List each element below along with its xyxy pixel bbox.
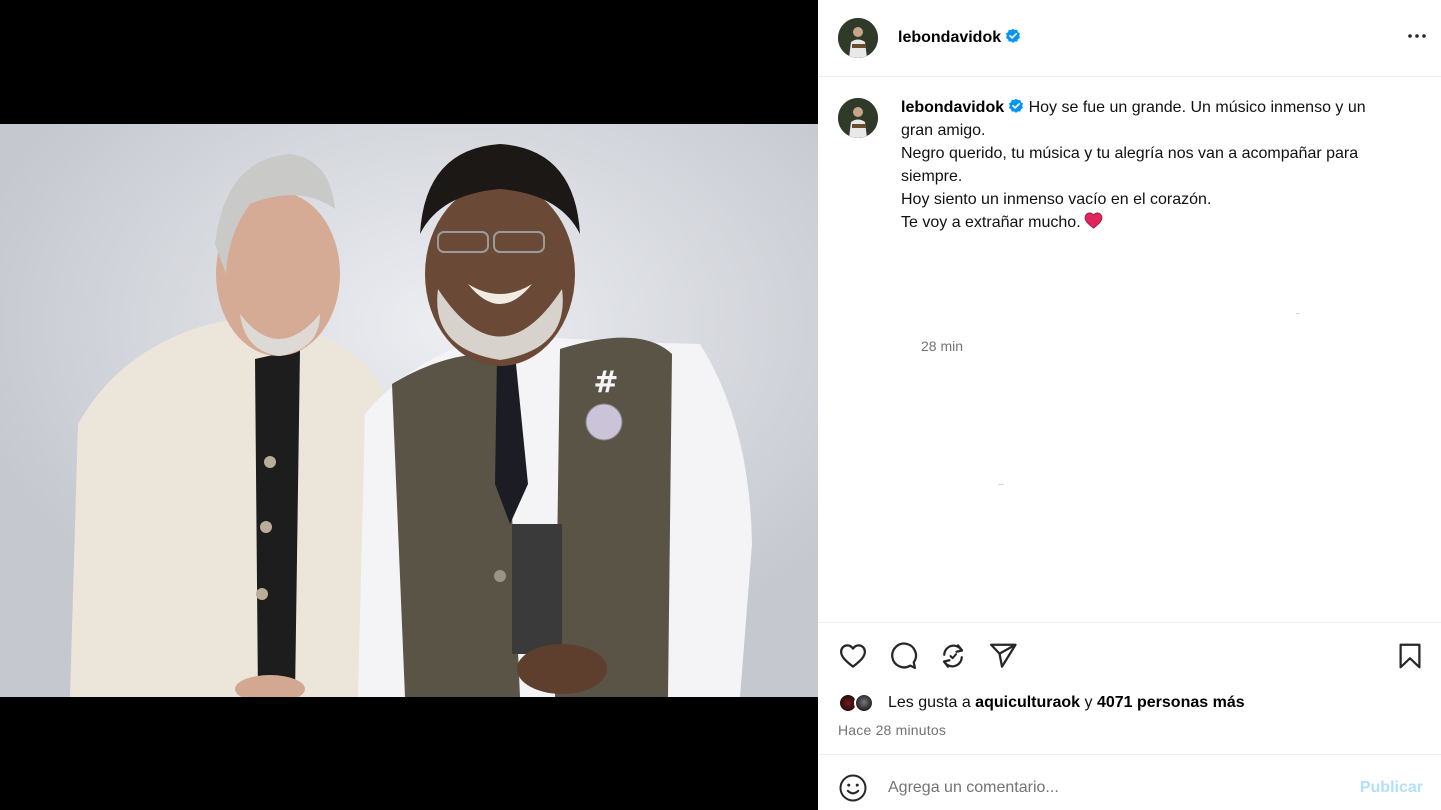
liker-avatar[interactable] xyxy=(854,693,874,713)
more-horizontal-icon xyxy=(1408,34,1426,38)
caption-line: siempre. xyxy=(901,168,963,185)
post-photo: # xyxy=(0,124,818,697)
bookmark-icon xyxy=(1399,643,1421,669)
author-avatar[interactable] xyxy=(838,18,878,58)
comment-bar: Publicar xyxy=(818,754,1441,810)
likes-connector: y xyxy=(1080,694,1097,711)
post-media: # xyxy=(0,0,818,810)
divider xyxy=(1296,313,1300,314)
divider xyxy=(998,484,1004,485)
post-header: lebondavidok xyxy=(818,0,1441,77)
comment-button[interactable] xyxy=(888,641,918,671)
likes-prefix: Les gusta a xyxy=(888,694,976,711)
smiley-icon xyxy=(839,774,867,802)
likes-others-count[interactable]: 4071 personas más xyxy=(1097,694,1245,711)
comment-icon xyxy=(891,642,918,669)
more-options-button[interactable] xyxy=(1405,24,1429,48)
caption-text: lebondavidok Hoy se fue un grande. Un mú… xyxy=(901,96,1421,234)
send-icon xyxy=(990,643,1017,668)
caption-line: gran amigo. xyxy=(901,122,986,139)
repost-button[interactable] xyxy=(938,641,968,671)
post-timestamp[interactable]: Hace 28 minutos xyxy=(838,722,946,738)
caption-username[interactable]: lebondavidok xyxy=(901,99,1004,116)
photo-illustration: # xyxy=(0,124,818,697)
verified-badge-icon xyxy=(1006,28,1021,43)
likes-summary: Les gusta a aquiculturaok y 4071 persona… xyxy=(838,692,1428,714)
caption-line: Negro querido, tu música y tu alegría no… xyxy=(901,145,1359,162)
like-button[interactable] xyxy=(838,641,868,671)
publish-button[interactable]: Publicar xyxy=(1360,779,1423,797)
verified-badge-icon xyxy=(1009,98,1024,113)
post-actions: Les gusta a aquiculturaok y 4071 persona… xyxy=(818,622,1441,754)
caption-author-avatar[interactable] xyxy=(838,98,878,138)
caption-line: Te voy a extrañar mucho. xyxy=(901,214,1081,231)
first-liker-username[interactable]: aquiculturaok xyxy=(975,694,1080,711)
heart-icon xyxy=(840,644,866,668)
save-button[interactable] xyxy=(1395,641,1425,671)
caption-line: Hoy siento un inmenso vacío en el corazó… xyxy=(901,191,1212,208)
caption-line: Hoy se fue un grande. Un músico inmenso … xyxy=(1028,99,1366,116)
red-heart-emoji-icon xyxy=(1084,212,1103,229)
emoji-button[interactable] xyxy=(838,773,868,803)
caption-time[interactable]: 28 min xyxy=(921,338,963,354)
author-username[interactable]: lebondavidok xyxy=(898,28,1021,47)
repost-icon xyxy=(942,644,964,668)
likes-text[interactable]: Les gusta a aquiculturaok y 4071 persona… xyxy=(888,694,1245,712)
author-username-text[interactable]: lebondavidok xyxy=(898,29,1001,46)
svg-text:#: # xyxy=(593,365,618,400)
comment-input[interactable] xyxy=(888,773,1328,803)
post-side-panel: lebondavidok lebondavidok Hoy se fue un … xyxy=(818,0,1441,810)
share-button[interactable] xyxy=(988,641,1018,671)
